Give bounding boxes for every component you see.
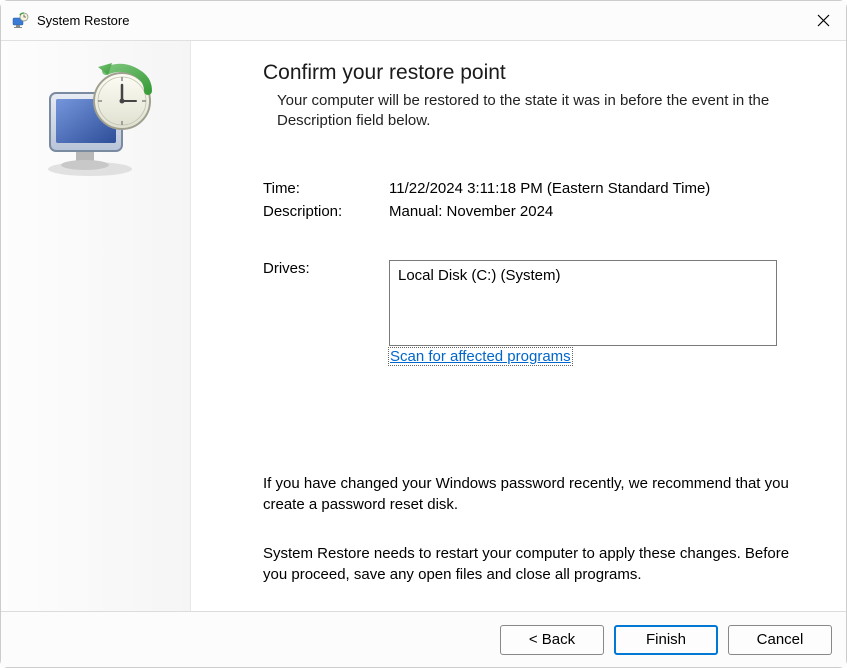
button-bar: < Back Finish Cancel: [1, 611, 846, 667]
restart-notice: System Restore needs to restart your com…: [263, 543, 803, 585]
time-label: Time:: [263, 180, 389, 197]
restore-illustration-icon: [36, 61, 156, 181]
drives-list: Local Disk (C:) (System): [389, 260, 777, 346]
wizard-main: Confirm your restore point Your computer…: [191, 41, 846, 611]
window-title: System Restore: [37, 13, 800, 28]
description-value: Manual: November 2024: [389, 203, 553, 220]
finish-button[interactable]: Finish: [614, 625, 718, 655]
description-label: Description:: [263, 203, 389, 220]
system-restore-icon: [11, 12, 29, 30]
page-subtitle: Your computer will be restored to the st…: [277, 91, 797, 132]
wizard-sidebar: [1, 41, 191, 611]
close-button[interactable]: [800, 1, 846, 41]
close-icon: [817, 14, 830, 27]
titlebar: System Restore: [1, 1, 846, 41]
password-notice: If you have changed your Windows passwor…: [263, 473, 803, 515]
back-button[interactable]: < Back: [500, 625, 604, 655]
content-area: Confirm your restore point Your computer…: [1, 41, 846, 611]
scan-affected-programs-link[interactable]: Scan for affected programs: [389, 348, 572, 365]
cancel-button[interactable]: Cancel: [728, 625, 832, 655]
page-title: Confirm your restore point: [263, 61, 806, 85]
time-value: 11/22/2024 3:11:18 PM (Eastern Standard …: [389, 180, 710, 197]
drives-label: Drives:: [263, 260, 389, 277]
drive-item: Local Disk (C:) (System): [398, 267, 768, 284]
restore-point-info: Time: 11/22/2024 3:11:18 PM (Eastern Sta…: [263, 180, 806, 365]
